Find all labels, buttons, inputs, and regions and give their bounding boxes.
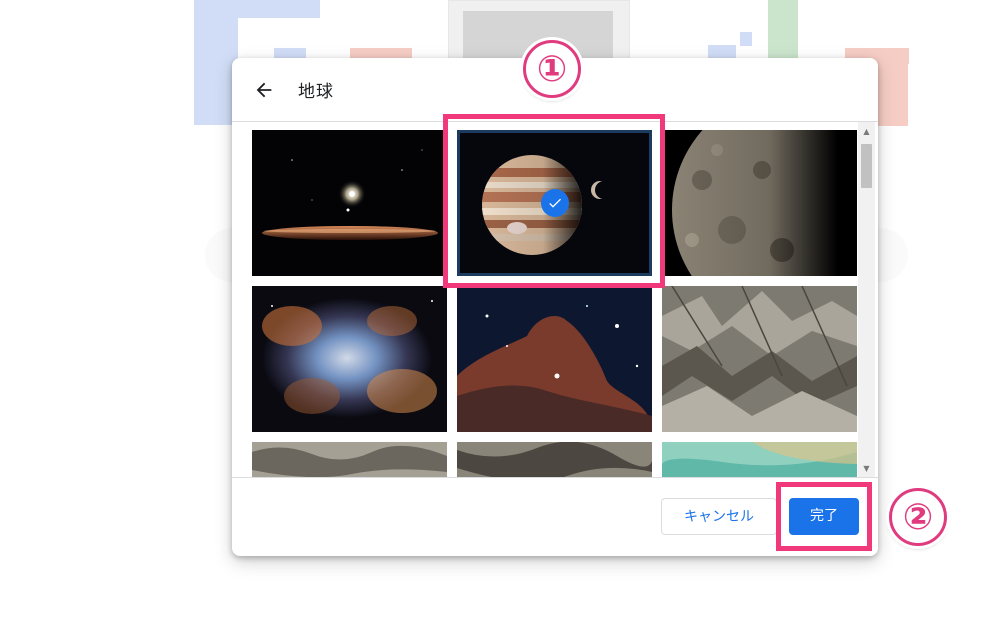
- wallpaper-planet-horizon[interactable]: [252, 130, 447, 276]
- grid-scrollbar[interactable]: ▲ ▼: [858, 122, 875, 477]
- wallpaper-nebula[interactable]: [252, 286, 447, 432]
- step-2-badge: ②: [889, 488, 947, 546]
- wallpaper-horsehead-nebula[interactable]: [457, 286, 652, 432]
- highlight-done-button: [776, 482, 872, 551]
- scroll-down-arrow-icon[interactable]: ▼: [858, 461, 875, 475]
- highlight-selected-wallpaper: [443, 114, 665, 288]
- cancel-button[interactable]: キャンセル: [661, 498, 777, 535]
- wallpaper-terrain-aerial-1[interactable]: [252, 442, 447, 477]
- wallpaper-terrain-aerial-2[interactable]: [457, 442, 652, 477]
- wallpaper-mountain-terrain[interactable]: [662, 286, 857, 432]
- arrow-back-icon: [256, 82, 272, 98]
- step-1-badge: ①: [523, 40, 581, 98]
- scroll-up-arrow-icon[interactable]: ▲: [858, 124, 875, 138]
- wallpaper-cratered-moon[interactable]: [662, 130, 857, 276]
- back-button[interactable]: [250, 76, 278, 104]
- wallpaper-coastline-aerial[interactable]: [662, 442, 857, 477]
- footer-divider: [232, 477, 878, 478]
- scroll-thumb[interactable]: [861, 144, 872, 188]
- dialog-title: 地球: [298, 82, 334, 102]
